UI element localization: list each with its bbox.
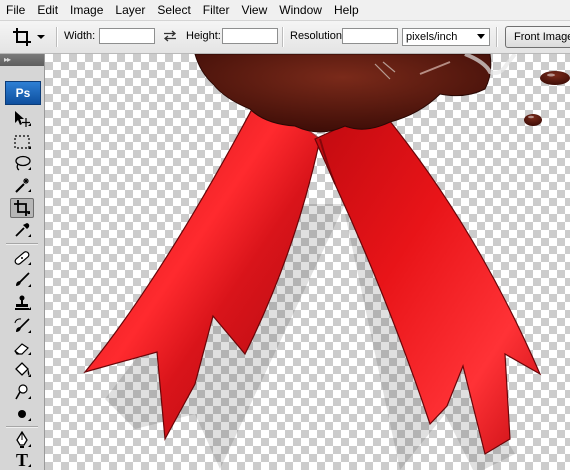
blur-tool[interactable] [10,404,34,424]
tool-flyout-indicator [28,123,31,126]
menu-filter[interactable]: Filter [197,1,236,19]
chevron-down-icon [37,35,45,39]
swap-arrows-icon [163,30,177,42]
chevron-down-icon [477,34,485,39]
eyedropper-tool[interactable] [10,220,34,240]
ribbon-seal-artwork [83,54,570,470]
photoshop-logo[interactable]: Ps [5,81,41,105]
magic-wand-tool[interactable] [10,175,34,195]
options-bar: Width: Height: Resolution: pixels/inch F… [0,21,570,54]
lasso-tool[interactable] [10,153,34,173]
tool-preset-picker[interactable] [12,26,48,48]
tool-flyout-indicator [28,396,31,399]
tool-flyout-indicator [28,167,31,170]
crop-tool[interactable] [10,198,34,218]
tool-flyout-indicator [28,284,31,287]
tool-flyout-indicator [28,234,31,237]
move-tool[interactable] [10,109,34,129]
menu-bar: File Edit Image Layer Select Filter View… [0,0,570,21]
tool-divider [6,426,38,428]
menu-edit[interactable]: Edit [31,1,64,19]
eraser-tool[interactable] [10,338,34,358]
resolution-units-select[interactable]: pixels/inch [402,28,490,46]
type-tool-icon: T [15,449,28,470]
crop-icon [13,28,31,46]
height-label: Height: [186,30,221,42]
wax-drop [524,114,542,126]
tool-flyout-indicator [28,146,31,149]
dodge-tool[interactable] [10,382,34,402]
menu-image[interactable]: Image [64,1,109,19]
tool-divider [6,243,38,245]
menu-file[interactable]: File [0,1,31,19]
menu-window[interactable]: Window [273,1,328,19]
tool-flyout-indicator [28,262,31,265]
paint-bucket-tool[interactable] [10,360,34,380]
options-divider [282,27,284,47]
menu-select[interactable]: Select [151,1,196,19]
marquee-tool[interactable] [10,132,34,152]
tool-flyout-indicator [28,418,31,421]
resolution-label: Resolution: [290,30,346,42]
options-divider [496,27,498,47]
tool-flyout-indicator [28,189,31,192]
wax-seal [194,54,492,133]
tools-panel: ▸▸ Ps T [0,54,45,470]
options-divider [56,27,58,47]
menu-view[interactable]: View [235,1,273,19]
menu-layer[interactable]: Layer [109,1,151,19]
width-label: Width: [64,30,96,42]
swap-dimensions-button[interactable] [163,30,177,45]
tool-flyout-indicator [28,374,31,377]
tool-flyout-indicator [28,444,31,447]
tool-flyout-indicator [27,211,30,214]
pen-tool[interactable] [10,430,34,450]
tool-flyout-indicator [28,330,31,333]
type-tool[interactable]: T [10,450,34,470]
brush-tool[interactable] [10,270,34,290]
menu-help[interactable]: Help [328,1,365,19]
healing-brush-tool[interactable] [10,248,34,268]
panel-collapse-handle[interactable]: ▸▸ [0,54,44,66]
clone-stamp-tool[interactable] [10,293,34,313]
wax-drop [540,71,570,85]
resolution-units-value: pixels/inch [406,31,458,43]
crop-tool-icon [14,200,30,216]
width-field[interactable] [99,28,155,44]
history-brush-tool[interactable] [10,316,34,336]
document-canvas[interactable] [45,54,570,470]
resolution-field[interactable] [342,28,398,44]
tool-flyout-indicator [28,352,31,355]
height-field[interactable] [222,28,278,44]
tool-flyout-indicator [28,464,31,467]
tool-flyout-indicator [28,307,31,310]
front-image-button[interactable]: Front Image [505,26,570,48]
right-ribbon-tail [314,108,542,455]
